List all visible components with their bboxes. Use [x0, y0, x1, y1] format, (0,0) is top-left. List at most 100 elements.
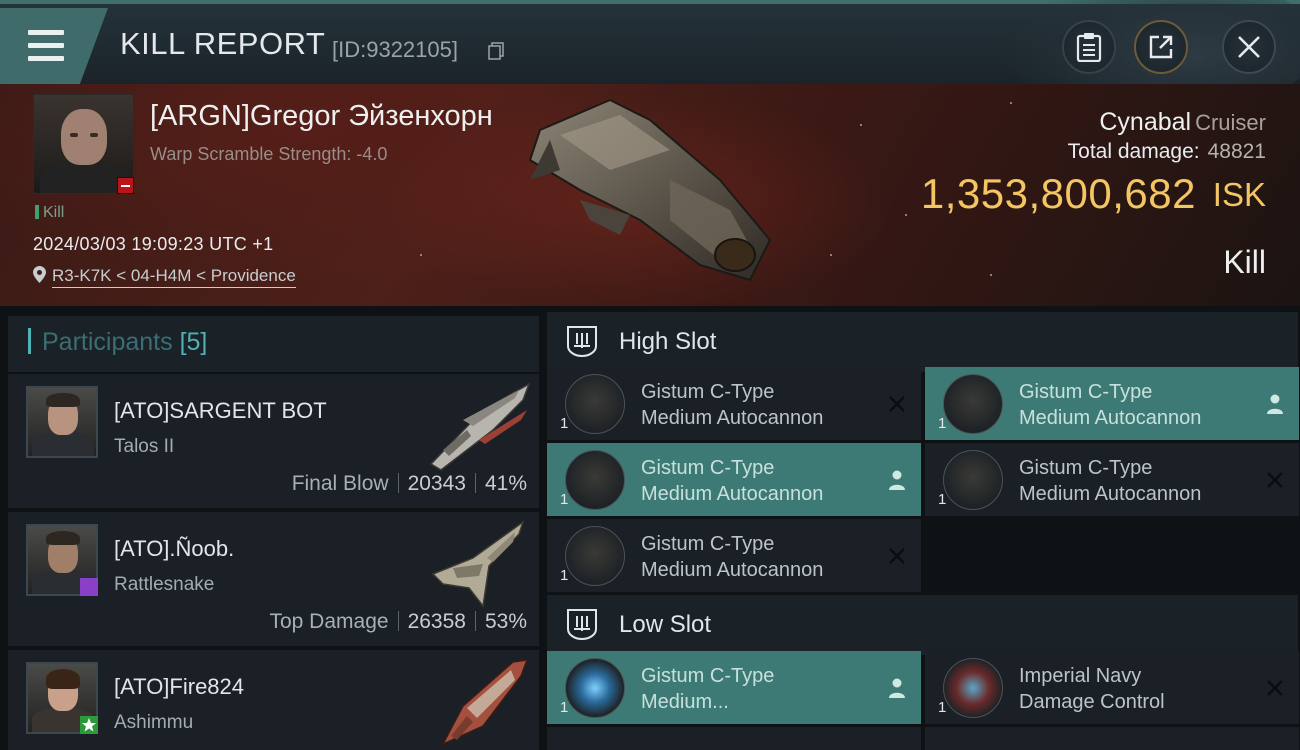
participant-damage-percent: 53% [484, 610, 527, 633]
module-quantity: 1 [938, 699, 947, 716]
share-button[interactable] [1134, 20, 1188, 74]
gyrostabilizer-icon [565, 658, 625, 718]
low-slot-icon [567, 609, 597, 641]
report-button[interactable] [1062, 20, 1116, 74]
total-damage: Total damage: 48821 [1068, 140, 1266, 164]
ship-type: Cynabal [1099, 108, 1192, 136]
warp-scramble-strength: Warp Scramble Strength: -4.0 [150, 144, 388, 164]
standing-minus-icon [117, 177, 134, 194]
damage-control-icon [943, 658, 1003, 718]
module-name-line2: Damage Control [1019, 691, 1165, 713]
low-slot-header: Low Slot [547, 595, 1298, 655]
low-slot-title: Low Slot [619, 611, 712, 638]
module-quantity: 1 [560, 567, 569, 584]
fitting-panel: High Slot 1 Gistum C-Type Medium Autocann… [541, 306, 1300, 750]
participant-role: Final Blow [291, 472, 389, 495]
isk-unit: ISK [1212, 176, 1266, 213]
autocannon-icon [565, 374, 625, 434]
module-name-line2: Medium Autocannon [641, 559, 824, 581]
participant-name[interactable]: [ATO]SARGENT BOT [114, 398, 327, 424]
participant-stats: Final Blow 20343 41% [292, 472, 527, 496]
victim-name[interactable]: [ARGN]Gregor Эйзенхорн [150, 100, 493, 133]
module-quantity: 1 [560, 699, 569, 716]
module-slot-partial[interactable] [547, 727, 921, 750]
participant-badge-icon [80, 578, 98, 596]
victim-ship-name: Cynabal Cruiser [1099, 108, 1266, 137]
participant-name[interactable]: [ATO]Fire824 [114, 674, 244, 700]
destroyed-x-icon [889, 396, 905, 412]
kill-location[interactable]: R3-K7K < 04-H4M < Providence [33, 266, 296, 288]
participant-ship: Rattlesnake [114, 574, 215, 595]
participant-ship: Talos II [114, 436, 175, 457]
destroyed-x-icon [889, 548, 905, 564]
menu-button[interactable] [0, 8, 108, 84]
participants-count: [5] [179, 328, 208, 356]
module-name-line2: Medium Autocannon [641, 483, 824, 505]
participant-star-icon [80, 716, 98, 734]
participants-header: Participants [5] [8, 316, 539, 372]
participant-damage: 20343 [407, 472, 466, 495]
victim-banner: [ARGN]Gregor Эйзенхорн Warp Scramble Str… [0, 84, 1300, 306]
module-name-line2: Medium Autocannon [1019, 483, 1202, 505]
copy-icon[interactable] [488, 42, 504, 60]
dropped-person-icon [889, 470, 905, 490]
module-slot[interactable]: 1 Imperial Navy Damage Control [925, 651, 1299, 724]
module-name-line2: Medium... [641, 691, 729, 713]
isk-value: 1,353,800,682 [920, 170, 1196, 217]
kill-status: Kill [35, 204, 64, 222]
page-title: KILL REPORT [120, 26, 326, 61]
module-slot[interactable]: 1 Gistum C-Type Medium Autocannon [547, 443, 921, 516]
clipboard-icon [1076, 33, 1102, 62]
module-name-line2: Medium Autocannon [641, 407, 824, 429]
report-result: Kill [1223, 244, 1266, 280]
participant-card[interactable]: [ATO].Ñoob. Rattlesnake Top Damage 26358 5… [8, 512, 539, 646]
total-damage-label: Total damage: [1067, 140, 1200, 163]
module-name-line1: Gistum C-Type [641, 665, 775, 687]
module-name-line1: Imperial Navy [1019, 665, 1142, 687]
module-name-line1: Gistum C-Type [641, 457, 775, 479]
high-slot-title: High Slot [619, 328, 717, 355]
participants-panel: Participants [5] [ATO]SARGENT BOT Talos … [0, 306, 541, 750]
participant-role: Top Damage [269, 610, 389, 633]
location-pin-icon [33, 266, 46, 283]
module-name-line1: Gistum C-Type [641, 533, 775, 555]
autocannon-icon [565, 450, 625, 510]
module-slot[interactable]: 1 Gistum C-Type Medium Autocannon [547, 519, 921, 592]
module-name-line2: Medium Autocannon [1019, 407, 1202, 429]
dropped-person-icon [889, 678, 905, 698]
participant-name[interactable]: [ATO].Ñoob. [114, 536, 234, 562]
kill-id: [ID:9322105] [332, 37, 458, 62]
module-slot[interactable]: 1 Gistum C-Type Medium Autocannon [547, 367, 921, 440]
module-name-line1: Gistum C-Type [1019, 457, 1153, 479]
module-quantity: 1 [560, 491, 569, 508]
participant-ship-image[interactable] [423, 656, 535, 748]
participant-damage-percent: 41% [484, 472, 527, 495]
autocannon-icon [943, 374, 1003, 434]
share-icon [1149, 35, 1173, 59]
ship-class: Cruiser [1195, 110, 1266, 135]
high-slot-icon [567, 326, 597, 358]
participant-ship-image[interactable] [423, 380, 535, 472]
participant-avatar[interactable] [26, 386, 98, 458]
participant-ship-image[interactable] [423, 518, 535, 610]
module-name-line1: Gistum C-Type [641, 381, 775, 403]
participant-ship: Ashimmu [114, 712, 194, 733]
module-name-line1: Gistum C-Type [1019, 381, 1153, 403]
kill-timestamp: 2024/03/03 19:09:23 UTC +1 [33, 234, 274, 254]
module-quantity: 1 [938, 491, 947, 508]
autocannon-icon [565, 526, 625, 586]
dropped-person-icon [1267, 394, 1283, 414]
menu-icon [28, 30, 64, 62]
participant-card[interactable]: [ATO]SARGENT BOT Talos II Final Blow 2034… [8, 374, 539, 508]
participant-card[interactable]: [ATO]Fire824 Ashimmu [8, 650, 539, 750]
module-slot-partial[interactable] [925, 727, 1299, 750]
victim-ship-image[interactable] [520, 90, 780, 290]
location-link[interactable]: R3-K7K < 04-H4M < Providence [52, 266, 296, 288]
close-button[interactable] [1222, 20, 1276, 74]
module-slot[interactable]: 1 Gistum C-Type Medium... [547, 651, 921, 724]
module-slot[interactable]: 1 Gistum C-Type Medium Autocannon [925, 443, 1299, 516]
destroyed-x-icon [1267, 680, 1283, 696]
module-slot[interactable]: 1 Gistum C-Type Medium Autocannon [925, 367, 1299, 440]
total-damage-value: 48821 [1207, 140, 1266, 163]
participants-title: Participants [42, 328, 173, 356]
